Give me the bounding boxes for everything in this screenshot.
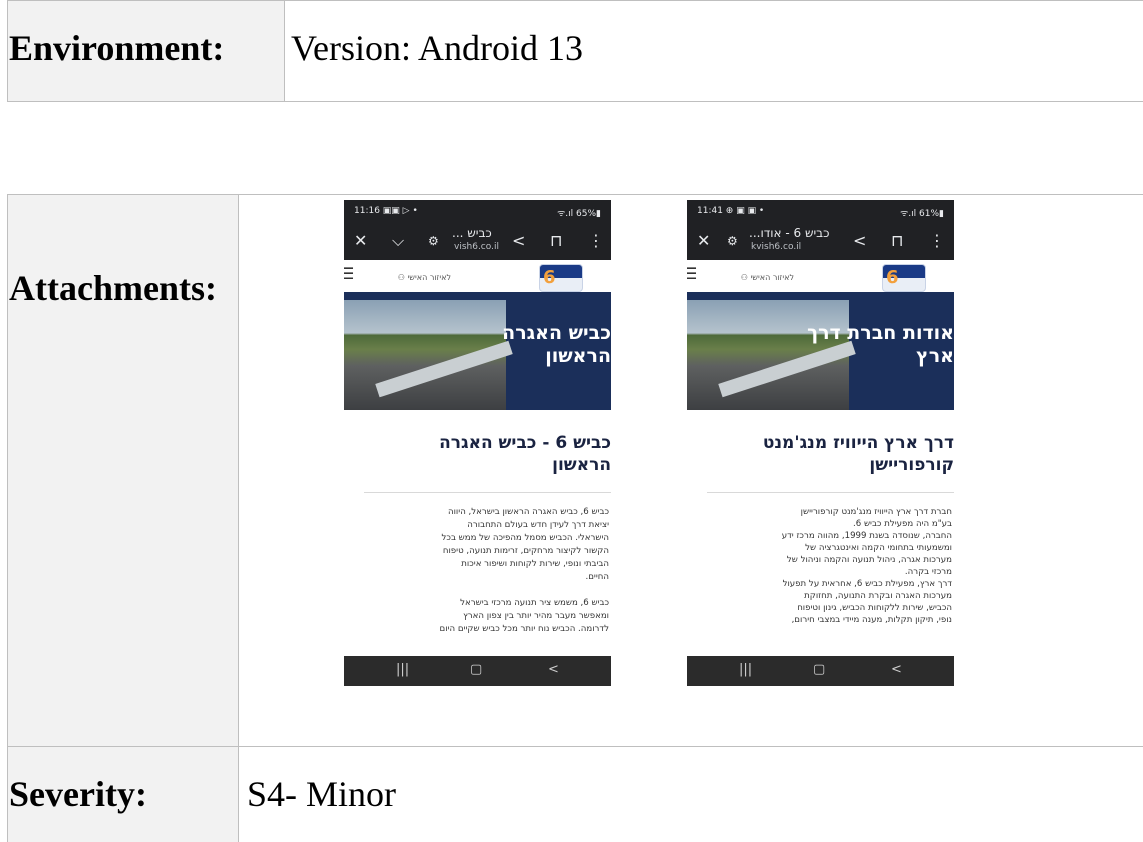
- account-label: לאיזור האישי: [750, 273, 794, 282]
- hamburger-menu-icon: ☰: [344, 264, 355, 283]
- divider: [364, 492, 611, 493]
- home-icon: ▢: [813, 662, 826, 677]
- site-header: ☰ לאיזור האישי ⚇ 6: [687, 260, 954, 292]
- divider: [707, 492, 954, 493]
- kvish6-logo: 6: [539, 264, 583, 292]
- severity-value: S4- Minor: [247, 774, 397, 814]
- bookmark-icon: ⊓: [550, 231, 563, 250]
- environment-value: Version: Android 13: [291, 28, 583, 68]
- back-icon: <: [891, 662, 902, 677]
- highway-photo: [344, 300, 513, 410]
- hero-banner: אודות חברת דרך ארץ: [687, 292, 954, 410]
- site-settings-icon: ⚙: [428, 234, 439, 248]
- page-url: kvish6.co.il: [751, 242, 802, 252]
- environment-row: Environment: Version: Android 13: [7, 0, 1143, 102]
- attachment-screenshot-1[interactable]: 11:16 ▣▣ ▷ • ᯤ.ıl 65%▮ ✕ ⌵ ⚙ כביש ... vi…: [344, 200, 611, 686]
- status-time: 11:41 ⊕ ▣ ▣ •: [697, 206, 765, 216]
- share-icon: <: [512, 231, 526, 250]
- android-nav-bar: ||| ▢ <: [344, 656, 611, 686]
- status-bar: 11:41 ⊕ ▣ ▣ • ᯤ.ıl 61%▮: [687, 200, 954, 222]
- bookmark-icon: ⊓: [891, 231, 904, 250]
- kvish6-logo: 6: [882, 264, 926, 292]
- article-body: חברת דרך ארץ הייוויז מנג'מנט קורפוריישן …: [781, 507, 952, 625]
- status-indicators: ᯤ.ıl 61%▮: [900, 209, 944, 219]
- account-label: לאיזור האישי: [407, 273, 451, 282]
- severity-value-cell: S4- Minor: [239, 747, 1143, 842]
- more-vert-icon: ⋮: [588, 231, 604, 250]
- severity-row: Severity: S4- Minor: [7, 746, 1143, 842]
- page-title: כביש ...: [452, 226, 492, 240]
- browser-toolbar: ✕ ⚙ כביש 6 - אודו... kvish6.co.il < ⊓ ⋮: [687, 222, 954, 260]
- status-time: 11:16 ▣▣ ▷ •: [354, 206, 418, 216]
- hamburger-menu-icon: ☰: [687, 264, 698, 283]
- site-header: ☰ לאיזור האישי ⚇ 6: [344, 260, 611, 292]
- page-title: כביש 6 - אודו...: [749, 226, 830, 240]
- more-vert-icon: ⋮: [929, 231, 945, 250]
- attachments-label-cell: Attachments:: [8, 195, 239, 746]
- share-icon: <: [853, 231, 867, 250]
- recents-icon: |||: [396, 662, 410, 677]
- severity-label: Severity:: [9, 774, 147, 814]
- attachments-label: Attachments:: [9, 268, 217, 308]
- article-body: כביש 6, כביש האגרה הראשון בישראל, היווה …: [439, 507, 609, 634]
- account-link: לאיזור האישי ⚇: [740, 273, 794, 282]
- status-indicators: ᯤ.ıl 65%▮: [557, 209, 601, 219]
- status-bar: 11:16 ▣▣ ▷ • ᯤ.ıl 65%▮: [344, 200, 611, 222]
- home-icon: ▢: [470, 662, 483, 677]
- page-url: vish6.co.il: [454, 242, 499, 252]
- browser-toolbar: ✕ ⌵ ⚙ כביש ... vish6.co.il < ⊓ ⋮: [344, 222, 611, 260]
- chevron-down-icon: ⌵: [392, 231, 405, 250]
- severity-label-cell: Severity:: [8, 747, 239, 842]
- environment-value-cell: Version: Android 13: [285, 1, 1143, 101]
- close-icon: ✕: [354, 231, 368, 250]
- environment-label: Environment:: [9, 28, 225, 68]
- close-icon: ✕: [697, 231, 711, 250]
- recents-icon: |||: [739, 662, 753, 677]
- article-heading: כביש 6 - כביש האגרה הראשון: [439, 433, 611, 475]
- hero-title: כביש האגרה הראשון: [502, 322, 611, 367]
- site-settings-icon: ⚙: [727, 234, 738, 248]
- attachment-screenshot-2[interactable]: 11:41 ⊕ ▣ ▣ • ᯤ.ıl 61%▮ ✕ ⚙ כביש 6 - אוד…: [687, 200, 954, 686]
- article-heading: דרך ארץ הייוויז מנג'מנט קורפוריישן: [762, 433, 954, 475]
- environment-label-cell: Environment:: [8, 1, 285, 101]
- hero-title: אודות חברת דרך ארץ: [807, 322, 954, 367]
- back-icon: <: [548, 662, 559, 677]
- account-link: לאיזור האישי ⚇: [397, 273, 451, 282]
- android-nav-bar: ||| ▢ <: [687, 656, 954, 686]
- hero-banner: כביש האגרה הראשון: [344, 292, 611, 410]
